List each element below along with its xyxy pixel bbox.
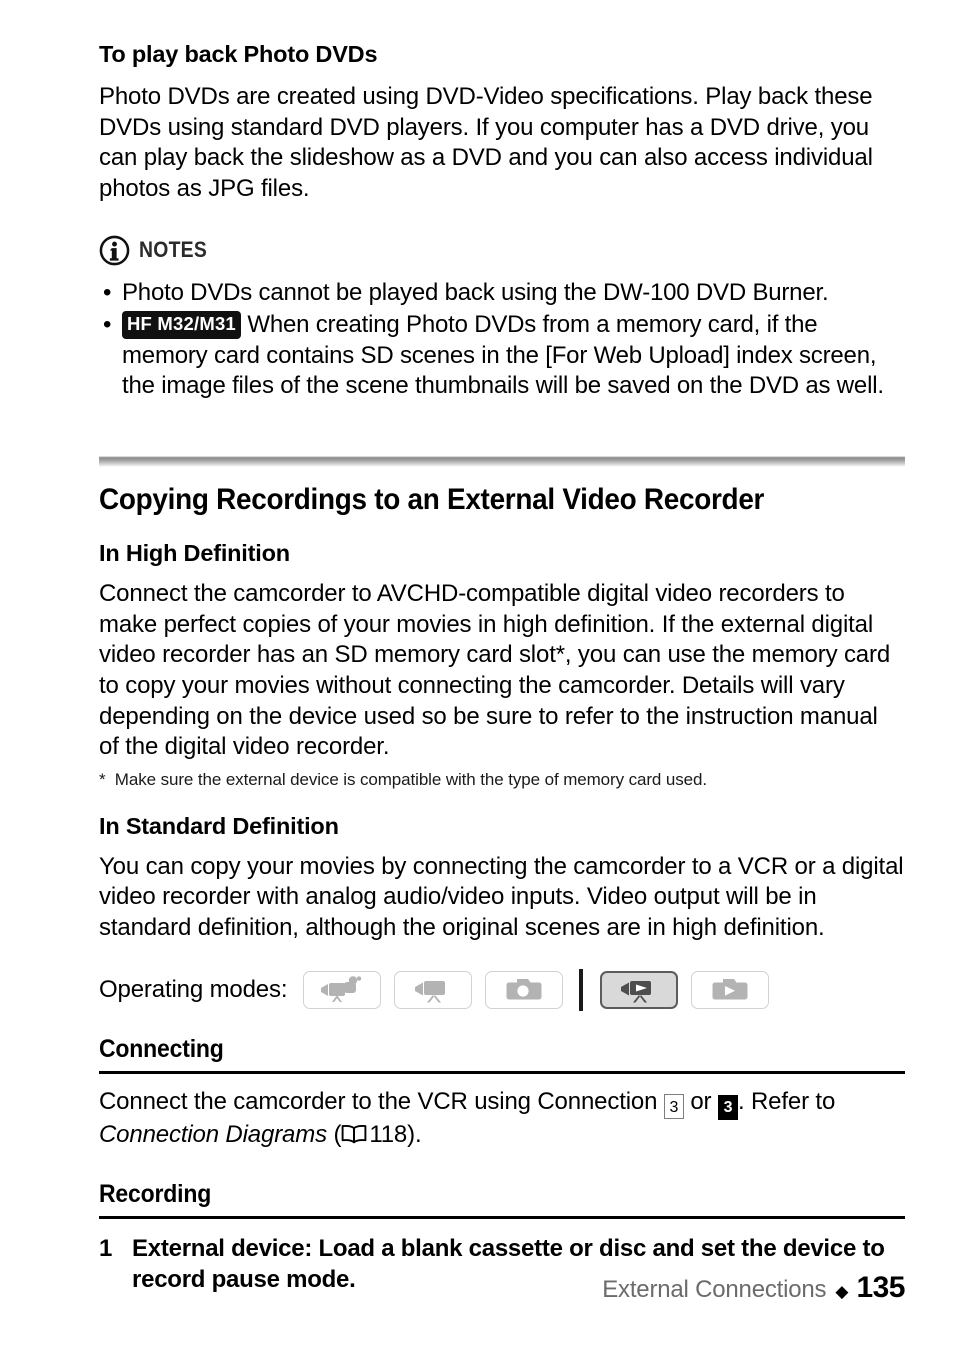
camcorder-auto-icon — [319, 975, 365, 1004]
high-definition-heading: In High Definition — [99, 539, 290, 566]
note-item: • Photo DVDs cannot be played back using… — [99, 278, 905, 309]
recording-heading: Recording — [99, 1180, 212, 1209]
connection-diagrams-reference: Connection Diagrams — [99, 1120, 327, 1148]
operating-modes-label: Operating modes: — [99, 975, 288, 1003]
note-bullet: • — [103, 278, 112, 306]
standard-definition-heading: In Standard Definition — [99, 812, 339, 839]
footnote-text: Make sure the external device is compati… — [114, 769, 707, 789]
connecting-text-before: Connect the camcorder to the VCR using C… — [99, 1087, 658, 1115]
mode-record-photo[interactable] — [485, 970, 564, 1009]
camera-play-icon — [710, 976, 750, 1003]
book-icon — [341, 1123, 367, 1154]
page-reference: 118). — [369, 1120, 422, 1148]
camcorder-icon — [412, 976, 454, 1004]
still-camera-icon — [504, 976, 544, 1003]
camcorder-play-icon — [618, 976, 660, 1004]
document-page: To play back Photo DVDs Photo DVDs are c… — [0, 0, 954, 1345]
connection-badge-outline: 3 — [663, 1093, 684, 1119]
photo-dvd-paragraph: Photo DVDs are created using DVD-Video s… — [99, 83, 873, 202]
photo-dvd-heading: To play back Photo DVDs — [99, 41, 378, 67]
info-circle-icon — [99, 235, 130, 266]
section-divider — [99, 455, 905, 467]
note-text: Photo DVDs cannot be played back using t… — [122, 278, 829, 306]
connecting-paragraph: Connect the camcorder to the VCR using C… — [99, 1087, 905, 1154]
standard-definition-paragraph: You can copy your movies by connecting t… — [99, 852, 904, 942]
model-badge: HF M32/M31 — [122, 311, 241, 339]
high-definition-paragraph: Connect the camcorder to AVCHD-compatibl… — [99, 580, 891, 761]
connecting-heading: Connecting — [99, 1034, 224, 1063]
step-number: 1 — [99, 1235, 113, 1263]
notes-header: NOTES — [99, 235, 905, 266]
section-title: Copying Recordings to an External Video … — [99, 482, 765, 516]
open-paren: ( — [333, 1120, 342, 1148]
page-footer: External Connections ◆ 135 — [602, 1271, 905, 1305]
page-content: To play back Photo DVDs Photo DVDs are c… — [99, 0, 905, 1295]
mode-record-movie[interactable] — [394, 970, 473, 1009]
footer-diamond-icon: ◆ — [835, 1282, 849, 1301]
page-number: 135 — [856, 1271, 905, 1304]
connecting-conjunction: or — [690, 1087, 712, 1115]
footer-section-name: External Connections — [602, 1276, 827, 1303]
note-item: • HF M32/M31 When creating Photo DVDs fr… — [99, 310, 905, 402]
mode-playback-movie[interactable] — [600, 970, 679, 1009]
note-bullet: • — [103, 311, 112, 339]
connection-badge-filled: 3 — [717, 1094, 738, 1120]
mode-group-separator — [579, 968, 584, 1011]
operating-modes-row: Operating modes: — [99, 968, 905, 1011]
connecting-text-after: . Refer to — [737, 1087, 836, 1115]
high-definition-footnote: * Make sure the external device is compa… — [99, 769, 905, 791]
note-text-with-badge: HF M32/M31 When creating Photo DVDs from… — [122, 310, 905, 402]
notes-label: NOTES — [139, 237, 208, 263]
mode-auto-record-movie[interactable] — [303, 970, 382, 1009]
footnote-marker: * — [99, 769, 106, 789]
mode-playback-photo[interactable] — [691, 970, 770, 1009]
